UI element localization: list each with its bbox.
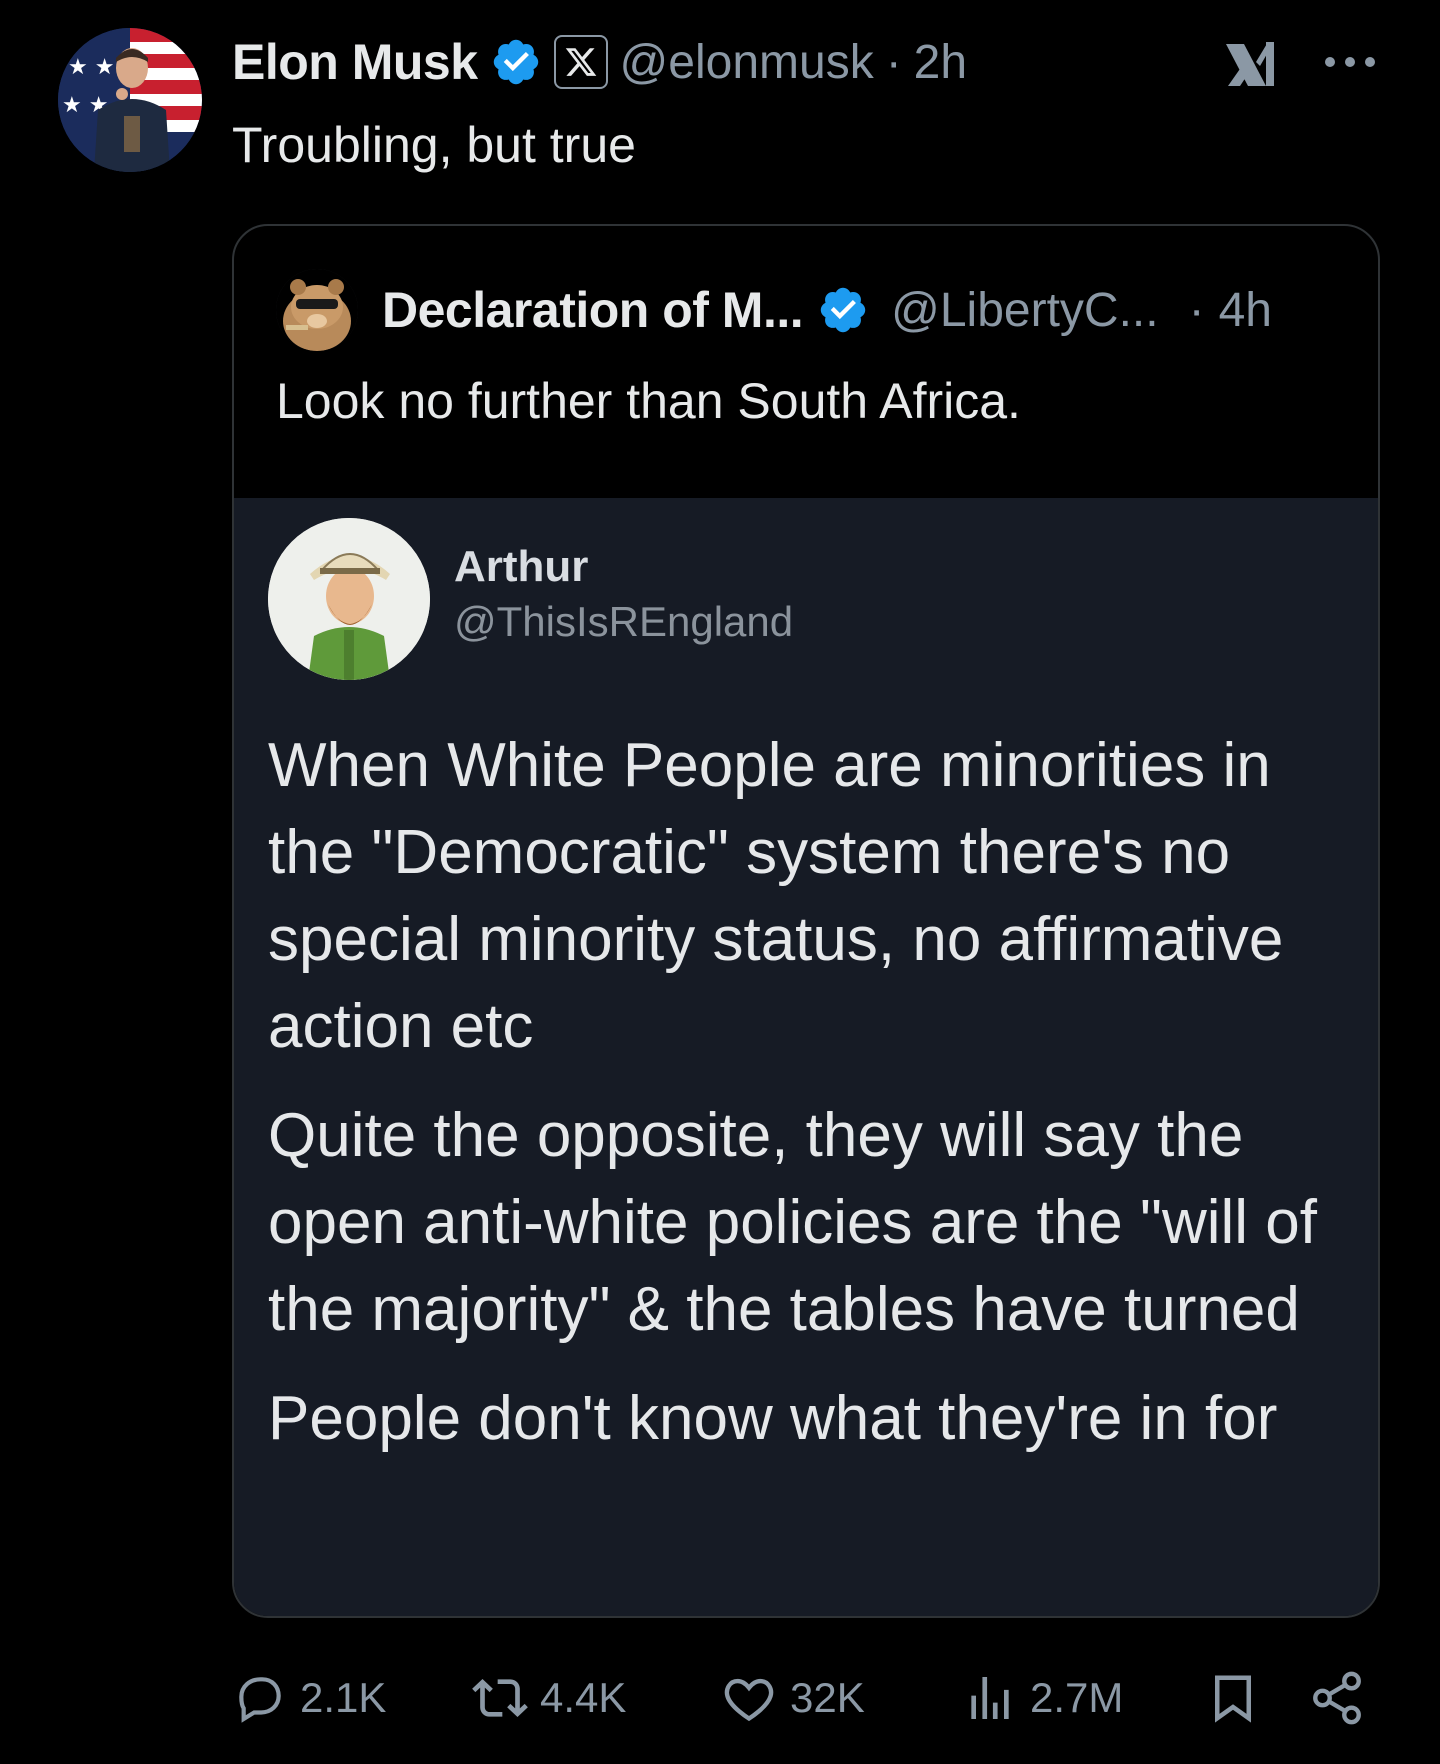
more-options-icon[interactable] (1320, 44, 1380, 80)
svg-text:★ ★: ★ ★ (68, 55, 114, 80)
reply-icon (239, 1677, 281, 1723)
repost-icon (472, 1679, 528, 1717)
separator: · (1188, 283, 1205, 337)
post-text: Troubling, but true (232, 117, 636, 173)
views-button[interactable]: 2.7M (962, 1664, 1123, 1732)
quoted-author-handle[interactable]: @LibertyC... (891, 283, 1158, 338)
quoted-time[interactable]: 4h (1219, 283, 1272, 338)
bookmark-icon (1215, 1675, 1251, 1723)
quoted-post[interactable]: Declaration of M... @LibertyC... · 4h Lo… (232, 224, 1380, 1618)
post-header: Elon Musk @elonmusk · 2h (232, 30, 967, 94)
author-handle[interactable]: @elonmusk (620, 35, 874, 90)
share-icon (1313, 1671, 1361, 1725)
quoted-header: Declaration of M... @LibertyC... · 4h (276, 269, 1272, 351)
like-count: 32K (790, 1674, 865, 1721)
verified-badge-icon (817, 284, 869, 336)
action-bar: 2.1K 4.4K 32K 2.7M (232, 1664, 1392, 1732)
repost-button[interactable]: 4.4K (472, 1664, 626, 1732)
author-avatar[interactable]: ★ ★ ★ ★ (58, 28, 202, 172)
share-button[interactable] (1308, 1664, 1366, 1732)
quoted-text: Look no further than South Africa. (276, 373, 1021, 429)
image-author-avatar (268, 518, 430, 680)
heart-icon (724, 1678, 774, 1722)
grok-icon[interactable] (1222, 36, 1282, 92)
image-paragraph: When White People are minorities in the … (268, 731, 1284, 1061)
views-icon (971, 1677, 1009, 1719)
reply-button[interactable]: 2.1K (232, 1664, 386, 1732)
bookmark-button[interactable] (1206, 1664, 1260, 1732)
image-author-name: Arthur (454, 542, 589, 591)
post: ★ ★ ★ ★ Elon Musk @elonmusk · 2h Troubli… (0, 0, 1440, 1764)
views-count: 2.7M (1030, 1674, 1124, 1721)
repost-count: 4.4K (540, 1674, 627, 1721)
image-paragraph: People don't know what they're in for (268, 1384, 1278, 1453)
post-time[interactable]: 2h (914, 35, 967, 90)
quoted-image[interactable]: Arthur @ThisIsREngland When White People… (234, 498, 1378, 1616)
x-affiliation-icon[interactable] (553, 35, 608, 89)
reply-count: 2.1K (300, 1674, 387, 1721)
verified-badge-icon (490, 36, 542, 88)
separator: · (885, 35, 902, 89)
like-button[interactable]: 32K (720, 1664, 865, 1732)
author-name[interactable]: Elon Musk (232, 33, 478, 91)
quoted-avatar[interactable] (276, 269, 358, 351)
quoted-author-name[interactable]: Declaration of M... (382, 281, 804, 339)
image-body-text: When White People are minorities in the … (268, 722, 1368, 1484)
image-author-handle: @ThisIsREngland (454, 598, 794, 645)
image-paragraph: Quite the opposite, they will say the op… (268, 1101, 1318, 1344)
